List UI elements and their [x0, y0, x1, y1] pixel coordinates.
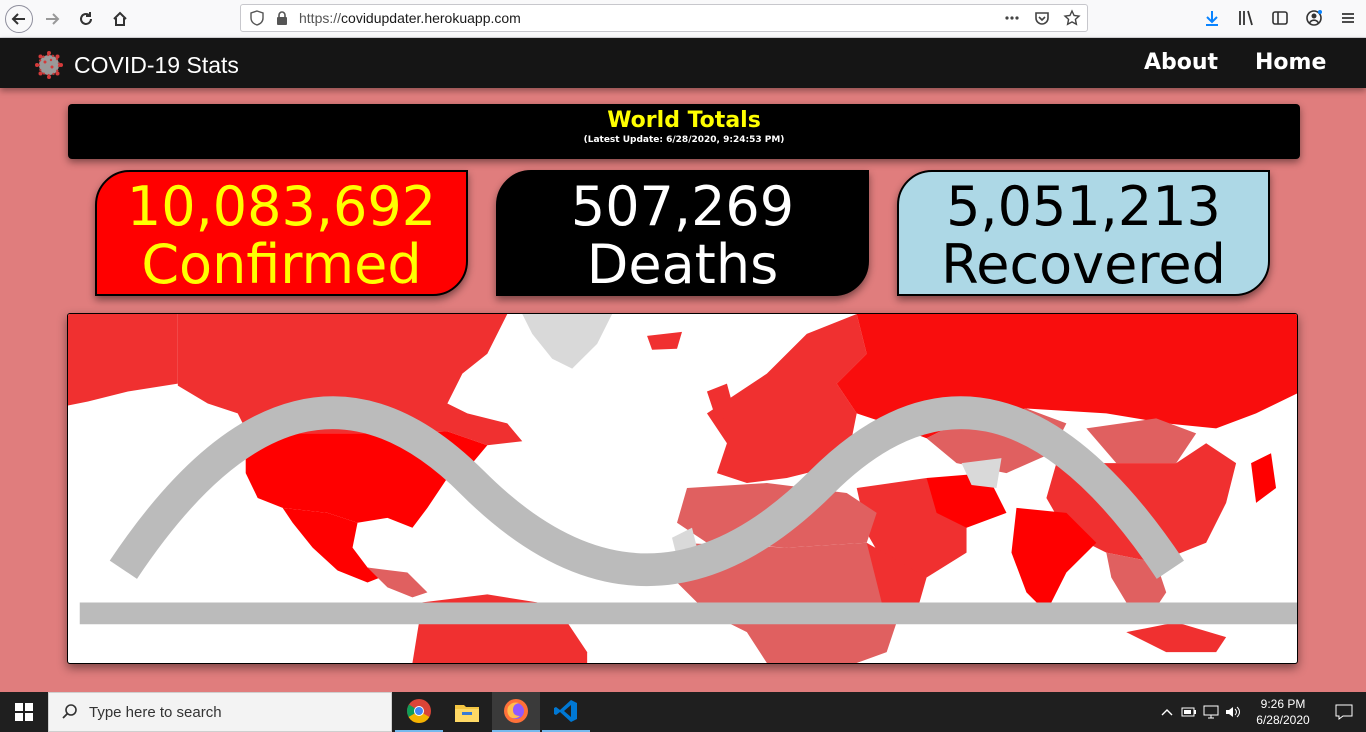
back-icon — [11, 12, 25, 25]
url-scheme: https:// — [299, 10, 342, 26]
confirmed-card: 10,083,692 Confirmed — [95, 170, 468, 296]
firefox-icon[interactable] — [492, 692, 540, 732]
notification-icon[interactable] — [1322, 692, 1366, 732]
forward-button[interactable] — [37, 4, 67, 34]
search-placeholder: Type here to search — [89, 703, 222, 721]
download-icon[interactable] — [1202, 8, 1222, 28]
browser-toolbar: https://covidupdater.herokuapp.com — [0, 0, 1366, 38]
address-bar[interactable]: https://covidupdater.herokuapp.com — [240, 4, 1088, 32]
clock-date: 6/28/2020 — [1256, 713, 1310, 727]
chevron-up-icon[interactable] — [1156, 692, 1178, 732]
account-icon[interactable] — [1304, 8, 1324, 28]
confirmed-label: Confirmed — [141, 233, 422, 296]
taskbar: Type here to search 9:26 PM 6/28/2020 — [0, 692, 1366, 732]
menu-icon[interactable] — [1338, 8, 1358, 28]
start-button[interactable] — [0, 692, 48, 732]
library-icon[interactable] — [1236, 8, 1256, 28]
recovered-count: 5,051,213 — [946, 175, 1221, 238]
reload-button[interactable] — [71, 4, 101, 34]
recovered-label: Recovered — [941, 233, 1226, 296]
lock-icon[interactable] — [275, 10, 289, 26]
vscode-icon[interactable] — [542, 692, 590, 732]
volume-icon[interactable] — [1222, 692, 1244, 732]
brand-title: COVID-19 Stats — [74, 51, 239, 78]
confirmed-count: 10,083,692 — [126, 175, 437, 238]
pocket-icon[interactable] — [1033, 9, 1051, 27]
shield-icon[interactable] — [249, 10, 265, 26]
url-text[interactable]: https://covidupdater.herokuapp.com — [299, 10, 521, 26]
home-button[interactable] — [105, 4, 135, 34]
sidebar-icon[interactable] — [1270, 8, 1290, 28]
clock-time: 9:26 PM — [1260, 697, 1306, 711]
taskbar-search[interactable]: Type here to search — [48, 692, 392, 732]
home-icon — [113, 11, 127, 26]
forward-icon — [46, 12, 60, 25]
network-icon[interactable] — [1200, 692, 1222, 732]
battery-icon[interactable] — [1178, 692, 1200, 732]
world-totals-banner: World Totals (Latest Update: 6/28/2020, … — [68, 104, 1300, 159]
bookmark-star-icon[interactable] — [1063, 9, 1081, 27]
world-map[interactable] — [67, 313, 1298, 664]
system-tray: 9:26 PM 6/28/2020 — [1156, 692, 1366, 732]
url-host: covidupdater.herokuapp.com — [341, 10, 521, 26]
file-explorer-icon[interactable] — [443, 692, 491, 732]
nav-home-link[interactable]: Home — [1255, 50, 1326, 75]
virus-icon — [35, 51, 63, 79]
more-icon[interactable] — [1003, 9, 1021, 27]
world-totals-title: World Totals — [607, 108, 761, 133]
app-navbar: COVID-19 Stats About Home — [0, 38, 1366, 88]
map-logo-icon — [79, 396, 1297, 625]
deaths-count: 507,269 — [570, 175, 795, 238]
recovered-card: 5,051,213 Recovered — [897, 170, 1270, 296]
brand[interactable]: COVID-19 Stats — [34, 50, 239, 80]
reload-icon — [80, 11, 92, 25]
deaths-card: 507,269 Deaths — [496, 170, 869, 296]
nav-about-link[interactable]: About — [1144, 50, 1218, 75]
taskbar-clock[interactable]: 9:26 PM 6/28/2020 — [1244, 696, 1322, 728]
back-button[interactable] — [5, 4, 33, 33]
search-icon — [62, 704, 77, 719]
latest-update-text: (Latest Update: 6/28/2020, 9:24:53 PM) — [583, 135, 785, 145]
deaths-label: Deaths — [586, 233, 779, 296]
windows-logo-icon — [15, 703, 33, 721]
chrome-icon[interactable] — [395, 692, 443, 732]
